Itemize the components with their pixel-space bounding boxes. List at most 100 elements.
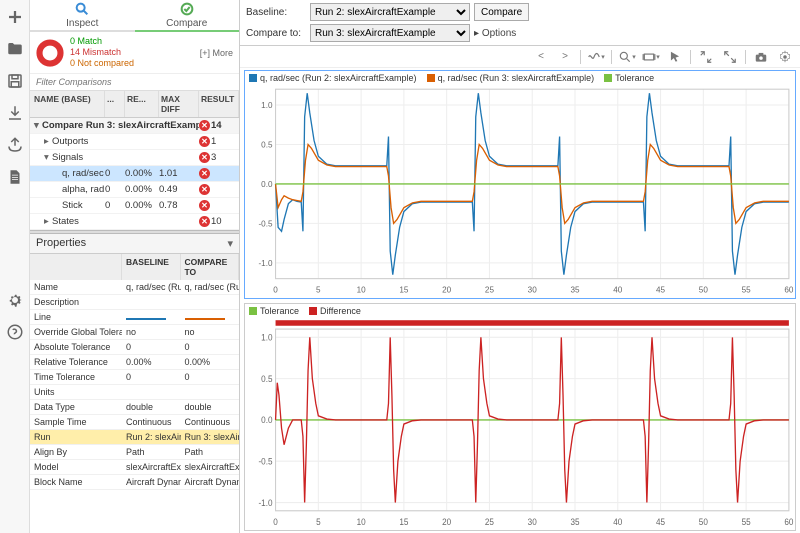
svg-text:0.5: 0.5	[261, 141, 273, 150]
property-row: Time Tolerance00	[30, 370, 239, 385]
svg-text:0.0: 0.0	[261, 414, 273, 424]
group-row[interactable]: ▸ Outports✕1	[30, 134, 239, 150]
compareto-select[interactable]: Run 3: slexAircraftExample	[310, 24, 470, 42]
folder-icon[interactable]	[4, 38, 26, 60]
filter-input[interactable]	[30, 74, 239, 91]
tree-header: NAME (BASE) ... RE... MAX DIFF RESULT	[30, 91, 239, 118]
export-icon[interactable]	[4, 134, 26, 156]
compareto-row: Compare to: Run 3: slexAircraftExample ▸…	[246, 24, 794, 42]
col-maxdiff[interactable]: MAX DIFF	[159, 91, 199, 117]
options-link[interactable]: ▸ Options	[474, 28, 516, 39]
tab-compare[interactable]: Compare	[135, 0, 240, 32]
baseline-select[interactable]: Run 2: slexAircraftExample	[310, 3, 470, 21]
property-row: Nameq, rad/sec (Run 2q, rad/sec (Run 3	[30, 280, 239, 295]
svg-text:1.0: 1.0	[261, 332, 273, 342]
property-row: Relative Tolerance0.00%0.00%	[30, 355, 239, 370]
left-sidebar	[0, 0, 30, 533]
compare-button[interactable]: Compare	[474, 3, 529, 21]
property-row: Override Global Tolerannono	[30, 325, 239, 340]
zoom-icon[interactable]: ▾	[618, 48, 636, 66]
legend-item: q, rad/sec (Run 2: slexAircraftExample)	[249, 73, 417, 83]
comparison-panel: Inspect Compare 0 Match 14 Mismatch 0 No…	[30, 0, 240, 533]
comparison-tree: ▾Compare Run 3: slexAircraftExample to✕1…	[30, 118, 239, 230]
group-row[interactable]: ▾ Signals✕3	[30, 150, 239, 166]
fit-icon[interactable]: ▾	[642, 48, 660, 66]
signal-row[interactable]: Stick00.00%0.78✕	[30, 198, 239, 214]
property-row: Align ByPathPath	[30, 445, 239, 460]
camera-icon[interactable]	[752, 48, 770, 66]
svg-text:20: 20	[442, 516, 451, 526]
add-icon[interactable]	[4, 6, 26, 28]
svg-text:15: 15	[399, 516, 408, 526]
col-result[interactable]: RESULT	[199, 91, 239, 117]
svg-text:10: 10	[357, 516, 366, 526]
svg-text:1.0: 1.0	[261, 101, 273, 110]
gear-icon[interactable]	[4, 289, 26, 311]
svg-text:0: 0	[273, 516, 278, 526]
svg-text:-1.0: -1.0	[258, 259, 272, 268]
svg-text:25: 25	[485, 516, 494, 526]
svg-text:5: 5	[316, 285, 321, 294]
legend-item: Tolerance	[249, 306, 299, 316]
svg-text:30: 30	[528, 516, 537, 526]
property-row: Units	[30, 385, 239, 400]
compareto-label: Compare to:	[246, 28, 306, 39]
chevron-down-icon[interactable]: ▾	[227, 237, 233, 250]
document-icon[interactable]	[4, 166, 26, 188]
property-row: Data Typedoubledouble	[30, 400, 239, 415]
property-row: Line	[30, 310, 239, 325]
signal-row[interactable]: q, rad/sec00.00%1.01✕	[30, 166, 239, 182]
baseline-label: Baseline:	[246, 7, 306, 18]
property-row: Description	[30, 295, 239, 310]
signals-chart[interactable]: q, rad/sec (Run 2: slexAircraftExample) q…	[244, 70, 796, 299]
svg-text:10: 10	[357, 285, 366, 294]
difference-chart[interactable]: ToleranceDifference -1.0-0.50.00.51.0051…	[244, 303, 796, 532]
legend-item: q, rad/sec (Run 3: slexAircraftExample)	[427, 73, 595, 83]
signal-row[interactable]: alpha, rad00.00%0.49✕	[30, 182, 239, 198]
svg-text:20: 20	[442, 285, 451, 294]
prev-icon[interactable]: <	[532, 48, 550, 66]
property-row: Absolute Tolerance00	[30, 340, 239, 355]
svg-text:25: 25	[485, 285, 494, 294]
svg-text:-1.0: -1.0	[258, 497, 272, 507]
baseline-row: Baseline: Run 2: slexAircraftExample Com…	[246, 3, 794, 21]
more-link[interactable]: [+] More	[200, 48, 233, 58]
svg-text:50: 50	[699, 285, 708, 294]
signal-icon[interactable]: ▾	[587, 48, 605, 66]
svg-text:45: 45	[656, 285, 665, 294]
settings-icon[interactable]	[776, 48, 794, 66]
props-col-compare: COMPARE TO	[181, 254, 240, 280]
group-row[interactable]: ▸ States✕10	[30, 214, 239, 230]
properties-panel: Properties ▾ BASELINE COMPARE TO Nameq, r…	[30, 234, 239, 533]
svg-text:0: 0	[273, 285, 278, 294]
tab-compare-label: Compare	[166, 18, 207, 29]
props-col-baseline: BASELINE	[122, 254, 181, 280]
plot-panel: Baseline: Run 2: slexAircraftExample Com…	[240, 0, 800, 533]
property-row: Sample TimeContinuousContinuous	[30, 415, 239, 430]
collapse-icon[interactable]	[697, 48, 715, 66]
tab-inspect[interactable]: Inspect	[30, 0, 135, 30]
next-icon[interactable]: >	[556, 48, 574, 66]
save-icon[interactable]	[4, 70, 26, 92]
svg-text:60: 60	[784, 516, 793, 526]
svg-text:-0.5: -0.5	[258, 219, 272, 228]
col-name[interactable]: NAME (BASE)	[30, 91, 105, 117]
svg-text:55: 55	[742, 516, 751, 526]
match-count: 0 Match	[70, 36, 134, 47]
tree-root-row[interactable]: ▾Compare Run 3: slexAircraftExample to✕1…	[30, 118, 239, 134]
notcompared-count: 0 Not compared	[70, 58, 134, 69]
svg-text:35: 35	[570, 285, 579, 294]
help-icon[interactable]	[4, 321, 26, 343]
import-icon[interactable]	[4, 102, 26, 124]
property-row: RunRun 2: slexAircraRun 3: slexAircra	[30, 430, 239, 445]
summary-donut-icon	[36, 39, 64, 67]
pointer-icon[interactable]	[666, 48, 684, 66]
svg-text:55: 55	[742, 285, 751, 294]
svg-text:15: 15	[399, 285, 408, 294]
col-rel[interactable]: RE...	[125, 91, 159, 117]
col-abs[interactable]: ...	[105, 91, 125, 117]
property-row: Block NameAircraft DynamicsAircraft Dyna…	[30, 475, 239, 490]
svg-text:40: 40	[613, 516, 622, 526]
properties-title: Properties	[36, 237, 86, 250]
expand-icon[interactable]	[721, 48, 739, 66]
